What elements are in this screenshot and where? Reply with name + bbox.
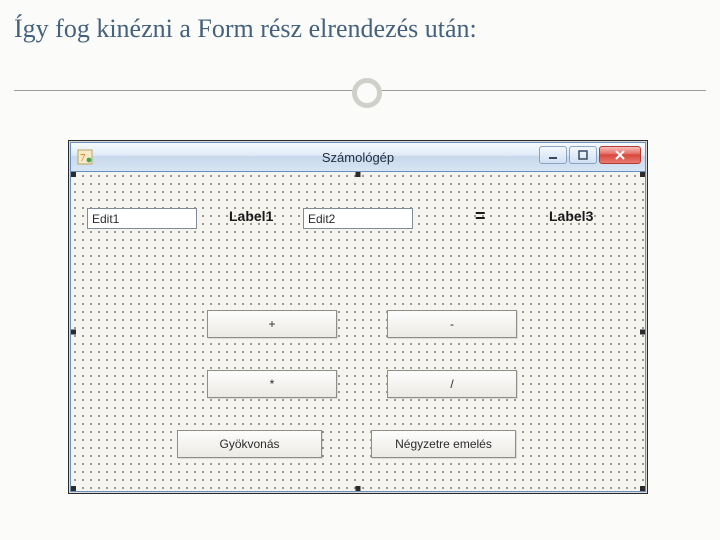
minimize-icon [547,150,559,160]
selection-handle[interactable] [71,329,76,334]
decorative-ring [352,78,382,108]
close-icon [613,149,627,161]
plus-button[interactable]: + [207,310,337,338]
edit1-input[interactable] [87,208,197,229]
selection-handle[interactable] [640,486,645,491]
selection-handle[interactable] [640,172,645,177]
selection-handle[interactable] [71,486,76,491]
maximize-icon [577,150,589,160]
divide-button[interactable]: / [387,370,517,398]
sqrt-button[interactable]: Gyökvonás [177,430,322,458]
selection-handle[interactable] [640,329,645,334]
form-canvas[interactable]: Label1 = Label3 + - * / Gyökvonás Négyze… [70,172,646,492]
designer-window: 7 Számológép [68,140,648,494]
square-button[interactable]: Négyzetre emelés [371,430,516,458]
selection-handle[interactable] [356,172,361,177]
minimize-button[interactable] [539,146,567,164]
selection-handle[interactable] [71,172,76,177]
label1[interactable]: Label1 [229,208,273,224]
label3[interactable]: Label3 [549,208,593,224]
close-button[interactable] [599,146,641,164]
equals-label: = [475,206,486,227]
selection-handle[interactable] [356,486,361,491]
multiply-button[interactable]: * [207,370,337,398]
edit2-input[interactable] [303,208,413,229]
page-title: Így fog kinézni a Form rész elrendezés u… [14,14,477,44]
maximize-button[interactable] [569,146,597,164]
slide: Így fog kinézni a Form rész elrendezés u… [0,0,720,540]
titlebar[interactable]: 7 Számológép [70,142,646,172]
minus-button[interactable]: - [387,310,517,338]
